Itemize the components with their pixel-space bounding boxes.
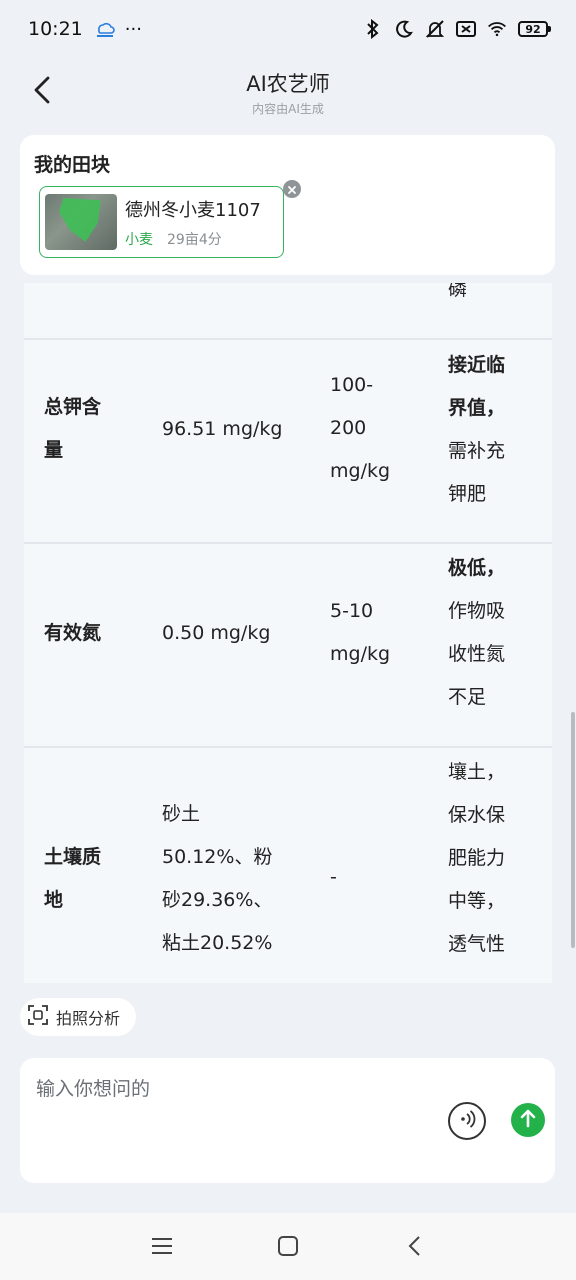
table-cell-value: 0.50 mg/kg (162, 622, 271, 644)
table-cell-note: 作物吸 (448, 600, 506, 622)
table-cell-note: 极低， (448, 557, 506, 579)
chat-input-box[interactable]: 输入你想问的 (20, 1058, 555, 1183)
menu-icon (151, 1237, 173, 1259)
table-cell-value: 50.12%、粉 (162, 846, 273, 868)
moon-icon (394, 19, 414, 39)
scan-icon (28, 1005, 48, 1029)
system-back-button[interactable] (399, 1233, 429, 1263)
sim-icon (456, 19, 476, 39)
table-cell-note: 磷 (448, 283, 468, 300)
cloud-app-icon (95, 19, 115, 39)
arrow-up-icon (519, 1108, 537, 1132)
table-cell-range: - (330, 866, 337, 888)
status-bar: 10:21 ··· 92 (0, 0, 576, 58)
system-nav-bar (0, 1213, 576, 1280)
page-title: AI农艺师 (246, 72, 330, 96)
table-cell-note: 接近临 (448, 354, 506, 376)
remove-field-button[interactable] (283, 180, 301, 198)
table-row: 总钾含量 96.51 mg/kg 100- 200 mg/kg 接近临界值， 需补充钾肥 (24, 342, 552, 544)
photo-analysis-label: 拍照分析 (56, 1009, 121, 1028)
voice-wave-icon (456, 1109, 478, 1133)
field-plot-chip[interactable]: 德州冬小麦1107 小麦 29亩4分 (39, 180, 301, 258)
field-area-label: 29亩4分 (167, 232, 222, 248)
mute-icon (425, 19, 445, 39)
table-cell-note: 透气性 (448, 933, 506, 955)
table-cell-note: 需补充 (448, 440, 506, 462)
field-thumbnail (45, 194, 117, 250)
table-cell-range: mg/kg (330, 643, 391, 665)
my-fields-title: 我的田块 (34, 154, 111, 176)
bluetooth-icon (363, 19, 383, 39)
photo-analysis-button[interactable]: 拍照分析 (20, 998, 136, 1036)
table-cell-value: 96.51 mg/kg (162, 418, 283, 440)
chat-scrollbar[interactable] (571, 712, 575, 948)
table-row: 土壤质地 砂土 50.12%、粉 砂29.36%、 粘土20.52% - 壤土， 保水保肥能力… (24, 750, 552, 983)
status-time: 10:21 (28, 18, 83, 40)
chat-input-placeholder[interactable]: 输入你想问的 (36, 1074, 150, 1101)
home-button[interactable] (273, 1233, 303, 1263)
table-cell-note: 不足 (448, 686, 487, 708)
battery-icon: 92 (518, 21, 551, 37)
table-cell-name: 有效氮 (44, 622, 102, 644)
table-cell-range: 200 (330, 417, 367, 439)
soil-analysis-table[interactable]: 磷 总钾含量 96.51 mg/kg 100- 200 mg/kg 接近临界值， 需补充钾肥… (24, 283, 552, 983)
table-row: 有效氮 0.50 mg/kg 5-10 mg/kg 极低， 作物吸收性氮不足 (24, 546, 552, 748)
table-cell-name: 土壤质 (44, 846, 102, 868)
more-notifications-icon: ··· (124, 18, 142, 40)
send-button[interactable] (511, 1103, 545, 1137)
table-cell-name: 量 (44, 439, 64, 461)
close-icon (287, 180, 297, 199)
table-cell-range: mg/kg (330, 460, 391, 482)
chevron-left-icon (407, 1235, 421, 1261)
table-cell-range: 5-10 (330, 600, 374, 622)
table-cell-name: 地 (44, 889, 64, 911)
table-cell-note: 肥能力 (448, 847, 506, 869)
recent-apps-button[interactable] (147, 1233, 177, 1263)
voice-input-button[interactable] (448, 1102, 486, 1140)
table-cell-note: 收性氮 (448, 643, 506, 665)
table-cell-note: 壤土， (448, 761, 506, 783)
table-cell-name: 总钾含 (44, 396, 102, 418)
field-crop-label: 小麦 (125, 232, 153, 248)
table-cell-note: 保水保 (448, 804, 506, 826)
table-row: 磷 (24, 283, 552, 340)
home-square-icon (277, 1235, 299, 1261)
wifi-icon (487, 19, 507, 39)
app-header: AI农艺师 内容由AI生成 (0, 58, 576, 128)
table-cell-value: 砂土 (162, 803, 201, 825)
table-cell-note: 钾肥 (448, 483, 487, 505)
table-cell-value: 粘土20.52% (162, 932, 273, 954)
table-cell-value: 砂29.36%、 (162, 889, 273, 911)
table-cell-note: 界值， (448, 397, 506, 419)
my-fields-card: 我的田块 德州冬小麦1107 小麦 29亩4分 (20, 135, 555, 275)
field-plot-name: 德州冬小麦1107 (125, 200, 261, 221)
table-cell-range: 100- (330, 374, 374, 396)
page-subtitle: 内容由AI生成 (252, 102, 324, 116)
table-cell-note: 中等， (448, 890, 506, 912)
